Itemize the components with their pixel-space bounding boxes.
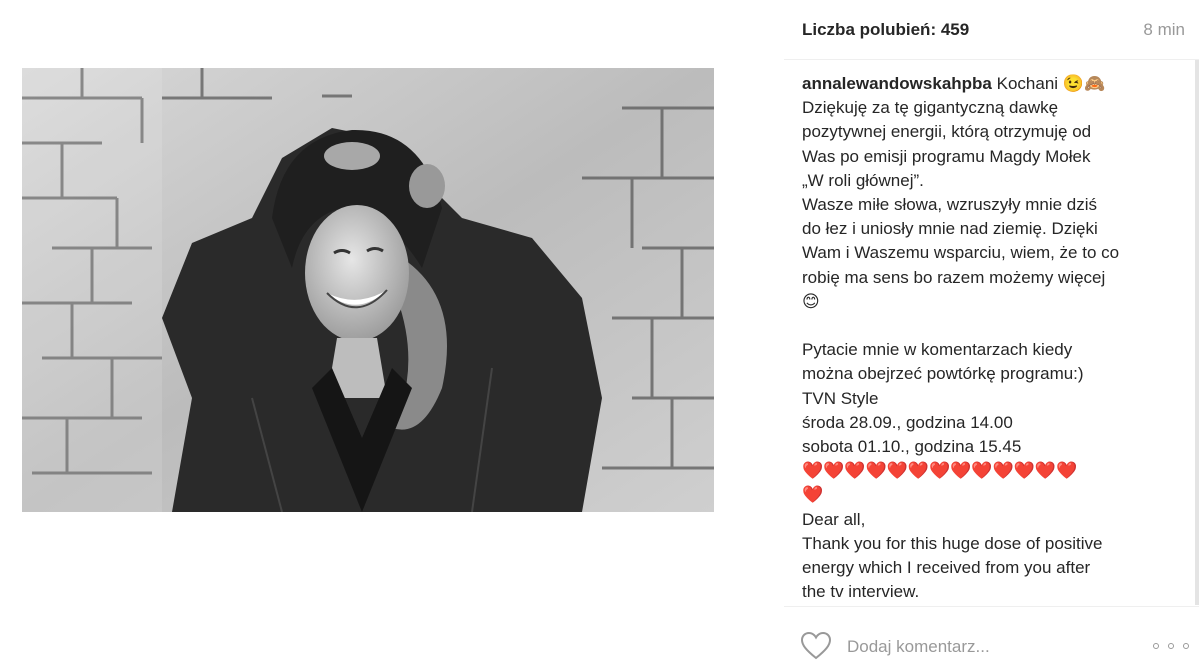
divider bbox=[784, 59, 1199, 60]
more-options-icon bbox=[1153, 643, 1159, 649]
more-options-button[interactable] bbox=[1153, 636, 1189, 656]
caption-line: energy which I received from you after bbox=[802, 558, 1091, 578]
more-options-icon bbox=[1168, 643, 1174, 649]
caption-line: można obejrzeć powtórkę programu:) bbox=[802, 364, 1084, 384]
post-details-panel: Liczba polubień: 459 8 min annalewandows… bbox=[784, 0, 1199, 669]
more-options-icon bbox=[1183, 643, 1189, 649]
caption-line: robię ma sens bo razem możemy więcej bbox=[802, 267, 1106, 287]
likes-count[interactable]: Liczba polubień: 459 bbox=[802, 20, 969, 40]
caption-line: Was po emisji programu Magdy Mołek bbox=[802, 146, 1091, 166]
divider bbox=[784, 606, 1199, 607]
caption-line: środa 28.09., godzina 14.00 bbox=[802, 412, 1013, 432]
post-time[interactable]: 8 min bbox=[1143, 20, 1185, 40]
caption-line: the tv interview. bbox=[802, 582, 920, 602]
post-photo bbox=[22, 68, 714, 512]
caption-line: Dear all, bbox=[802, 509, 866, 529]
caption-line: 😊 bbox=[802, 291, 820, 312]
caption-line: „W roli głównej”. bbox=[802, 170, 924, 190]
username-link[interactable]: annalewandowskahpba bbox=[802, 74, 992, 93]
caption-line: pozytywnej energii, którą otrzymuję od bbox=[802, 122, 1092, 142]
heart-outline-icon bbox=[800, 631, 832, 660]
woman-in-hood-photo bbox=[22, 68, 714, 512]
caption-line: Kochani 😉🙈 bbox=[991, 74, 1106, 93]
caption-line: sobota 01.10., godzina 15.45 bbox=[802, 437, 1022, 457]
caption-line: Wasze miłe słowa, wzruszyły mnie dziś bbox=[802, 195, 1098, 215]
caption-line: Pytacie mnie w komentarzach kiedy bbox=[802, 340, 1073, 360]
comment-input[interactable] bbox=[847, 633, 1127, 661]
caption-line: ❤️ bbox=[802, 485, 824, 506]
caption-line: Dziękuję za tę gigantyczną dawkę bbox=[802, 98, 1059, 118]
caption-line: Wam i Waszemu wsparciu, wiem, że to co bbox=[802, 243, 1120, 263]
caption-line: Thank you for this huge dose of positive bbox=[802, 533, 1103, 553]
post-caption: annalewandowskahpba Kochani 😉🙈 Dziękuję … bbox=[802, 72, 1172, 602]
caption-line: TVN Style bbox=[802, 388, 879, 408]
like-button[interactable] bbox=[800, 631, 832, 661]
caption-line: do łez i uniosły mnie nad ziemię. Dzięki bbox=[802, 219, 1098, 239]
caption-scrollbar[interactable] bbox=[1195, 60, 1199, 605]
caption-line: ❤️❤️❤️❤️❤️❤️❤️❤️❤️❤️❤️❤️❤️ bbox=[802, 461, 1078, 482]
post-header: Liczba polubień: 459 8 min bbox=[802, 20, 1199, 44]
